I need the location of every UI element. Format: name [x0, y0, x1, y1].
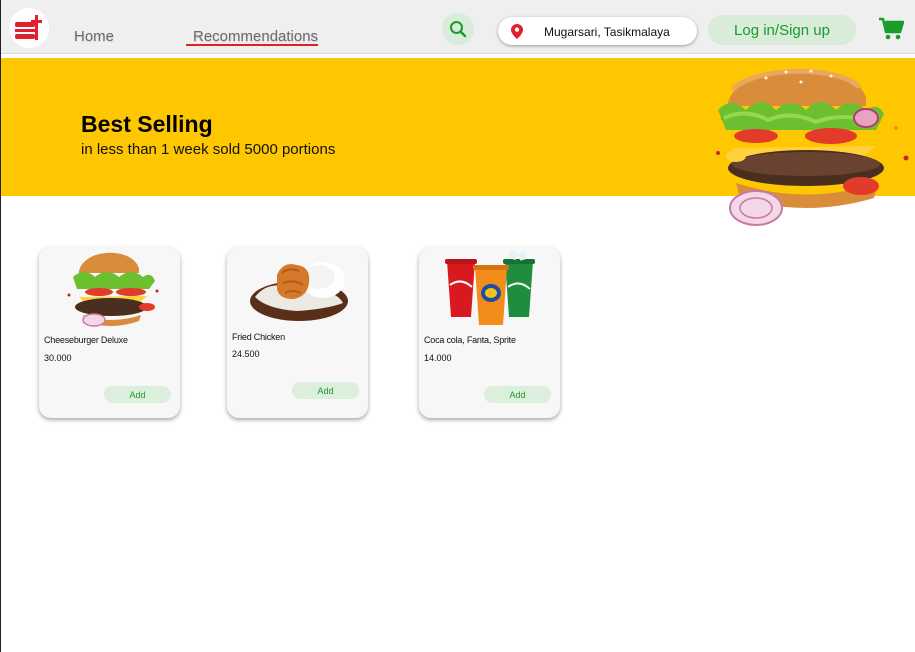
nav-link-home[interactable]: Home — [74, 28, 114, 45]
burger-hero-image — [716, 68, 909, 226]
product-card[interactable]: Cheeseburger Deluxe 30.000 Add — [39, 247, 180, 418]
brand-logo[interactable] — [9, 8, 49, 48]
product-card[interactable]: Fried Chicken 24.500 Add — [227, 247, 368, 418]
product-card[interactable]: Coca cola, Fanta, Sprite 14.000 Add — [419, 247, 560, 418]
banner-title: Best Selling — [81, 111, 213, 137]
top-navigation-bar: Home Recommendations Mugarsari, Tasikmal… — [1, 0, 915, 54]
product-name: Cheeseburger Deluxe — [44, 335, 128, 345]
search-button[interactable] — [442, 13, 474, 45]
location-pin-icon — [511, 24, 523, 39]
banner-subtitle: in less than 1 week sold 5000 portions — [81, 141, 336, 158]
cheeseburger-image — [67, 252, 159, 327]
product-name: Coca cola, Fanta, Sprite — [424, 335, 516, 345]
cart-button[interactable] — [878, 16, 905, 47]
login-signup-button[interactable]: Log in/Sign up — [708, 15, 856, 45]
soft-drinks-image — [445, 249, 535, 325]
cart-icon — [879, 17, 905, 40]
burger-logo-icon — [15, 15, 42, 40]
product-price: 30.000 — [44, 353, 72, 363]
search-icon — [450, 21, 467, 38]
location-text: Mugarsari, Tasikmalaya — [544, 25, 670, 39]
add-to-cart-button[interactable]: Add — [484, 386, 551, 403]
active-tab-indicator — [186, 44, 318, 46]
product-name: Fried Chicken — [232, 332, 285, 342]
add-to-cart-button[interactable]: Add — [292, 382, 359, 399]
fried-chicken-image — [250, 262, 348, 321]
add-to-cart-button[interactable]: Add — [104, 386, 171, 403]
product-price: 24.500 — [232, 349, 260, 359]
nav-link-recommendations[interactable]: Recommendations — [193, 28, 318, 45]
product-price: 14.000 — [424, 353, 452, 363]
location-selector[interactable]: Mugarsari, Tasikmalaya — [498, 17, 697, 45]
